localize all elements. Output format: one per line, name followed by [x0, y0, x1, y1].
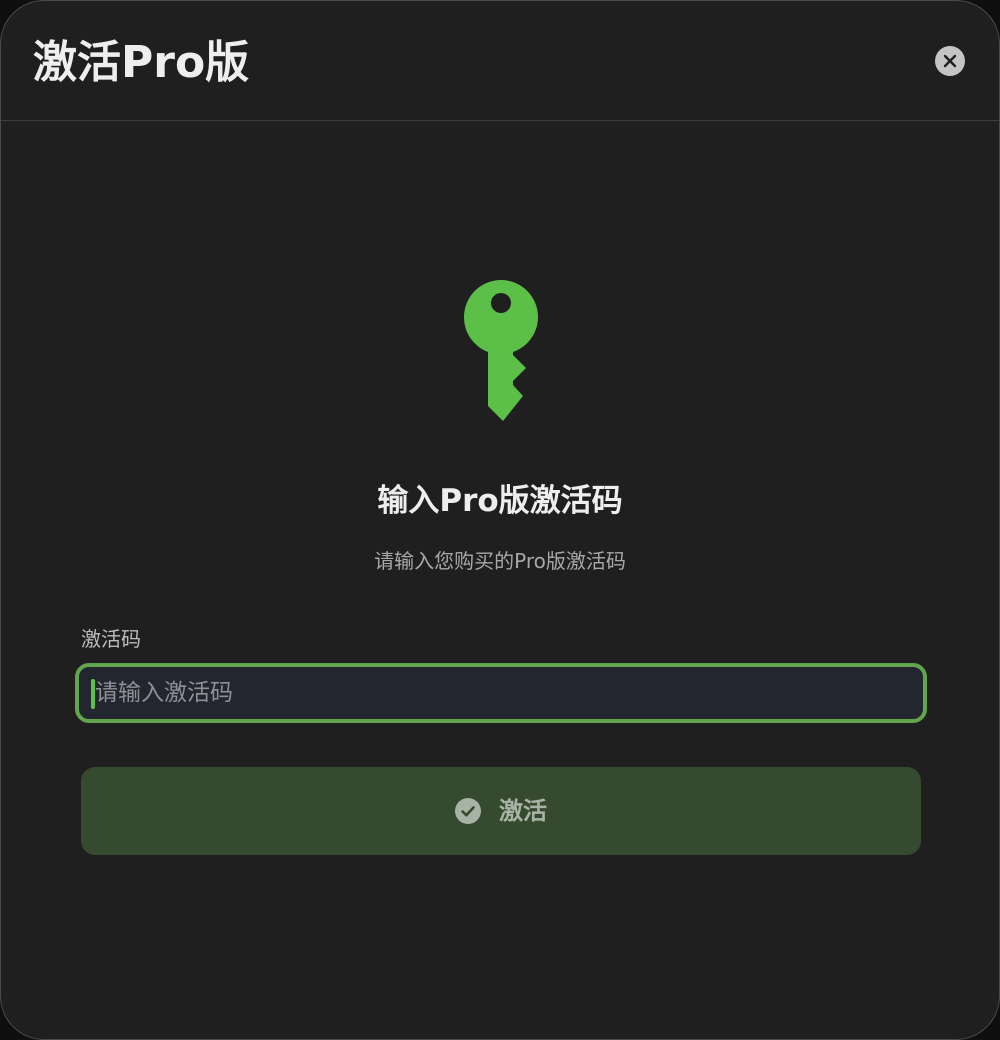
section-subtitle: 请输入您购买的Pro版激活码 — [374, 549, 626, 573]
activation-code-field — [75, 663, 927, 723]
activation-code-input[interactable] — [79, 667, 923, 719]
close-icon — [943, 54, 957, 68]
dialog-title: 激活Pro版 — [33, 37, 250, 88]
check-circle-icon — [455, 798, 481, 824]
close-button[interactable] — [935, 46, 965, 76]
text-cursor — [91, 679, 95, 709]
activate-pro-dialog: 激活Pro版 输入Pro版激活码 请输入您购买的Pro版激活码 激活码 激活 — [0, 0, 1000, 1040]
activate-button-label: 激活 — [499, 797, 547, 825]
dialog-header: 激活Pro版 — [1, 1, 999, 121]
activate-button[interactable]: 激活 — [81, 767, 921, 855]
activation-code-label: 激活码 — [81, 627, 141, 651]
key-icon — [463, 280, 538, 421]
section-heading: 输入Pro版激活码 — [377, 483, 623, 519]
